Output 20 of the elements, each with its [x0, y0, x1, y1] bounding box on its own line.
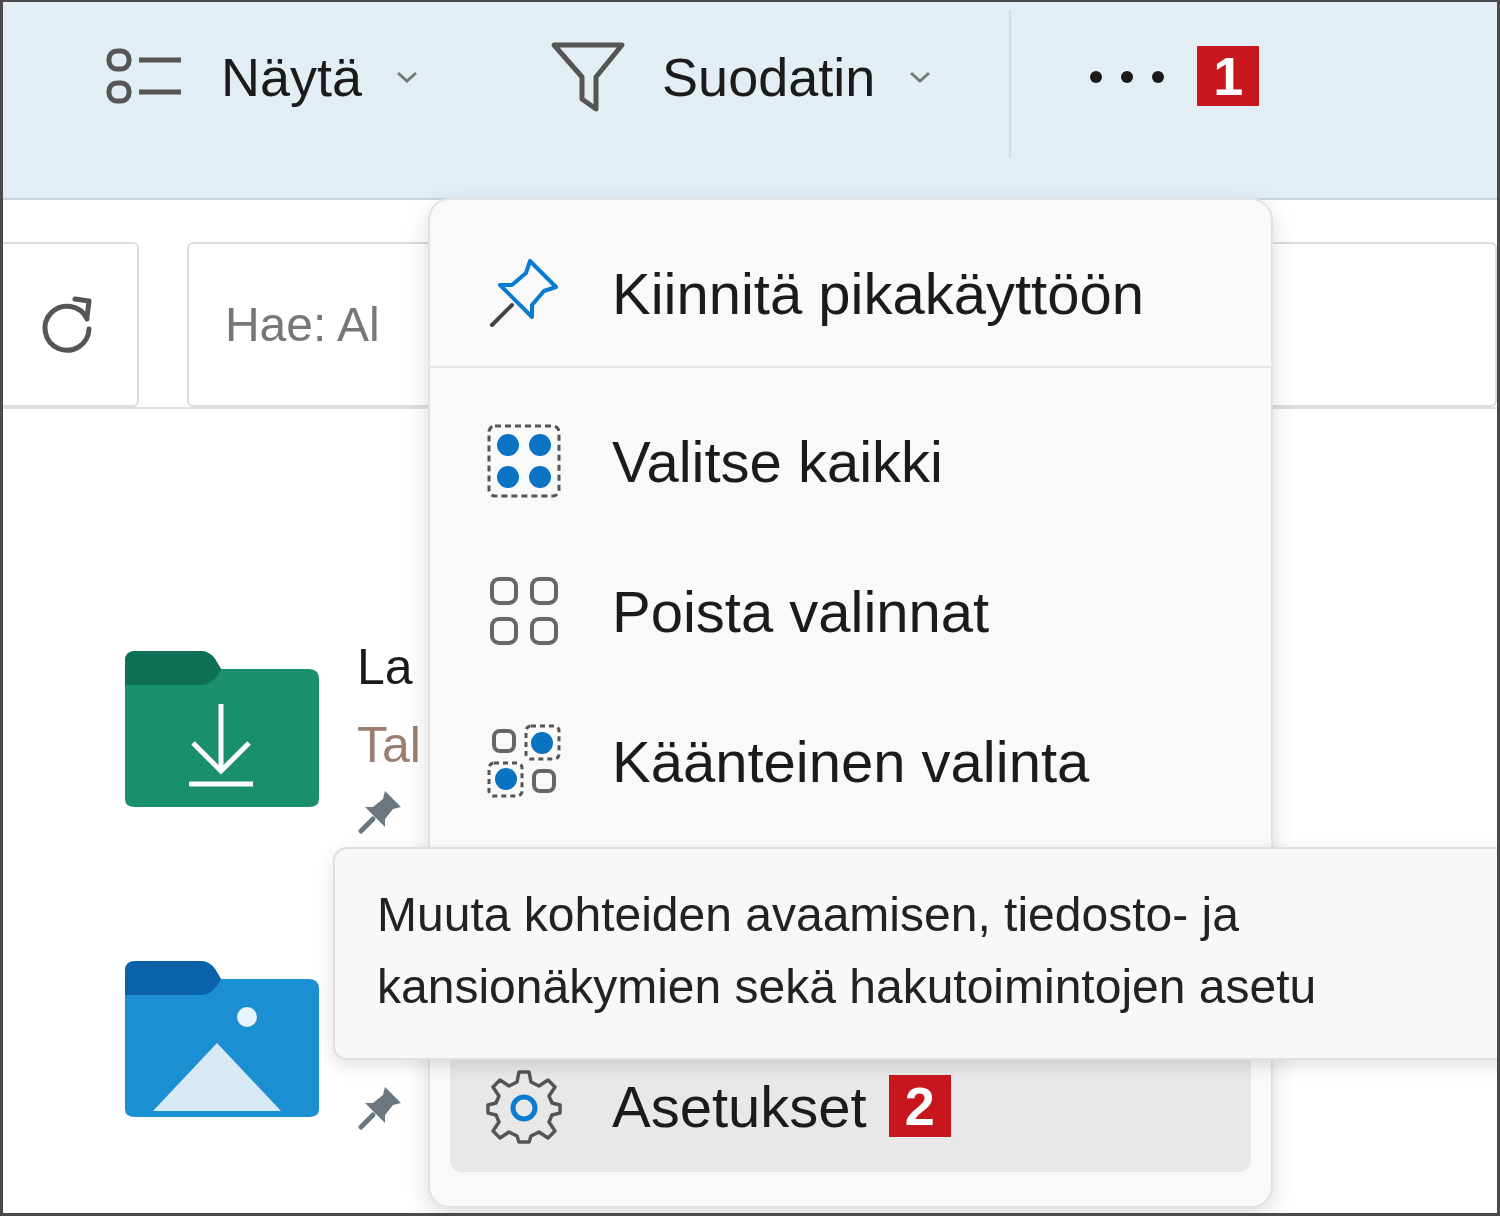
- toolbar-button[interactable]: Suodatin: [550, 2, 932, 152]
- more-icon: [1089, 70, 1166, 84]
- tooltip-text: Muuta kohteiden avaamisen, tiedosto- ja: [377, 887, 1239, 943]
- menu-item[interactable]: Valitse kaikki: [450, 386, 1251, 536]
- invert-selection-icon: [486, 723, 562, 799]
- settings-icon: [486, 1068, 562, 1144]
- toolbar-button[interactable]: Näytä: [105, 2, 419, 152]
- tooltip-text: kansionäkymien sekä hakutoimintojen asetu: [377, 959, 1317, 1015]
- folder-name: La: [357, 638, 414, 697]
- menu-item[interactable]: Kiinnitä pikakäyttöön: [450, 240, 1251, 346]
- menu-item[interactable]: Käänteinen valinta: [450, 686, 1251, 836]
- chevron-down-icon: [909, 71, 932, 83]
- filter-icon: [550, 41, 627, 113]
- step-badge: 1: [1197, 46, 1260, 106]
- step-badge: 2: [888, 1075, 951, 1137]
- select-all-icon: [486, 423, 562, 499]
- menu-item[interactable]: Poista valinnat: [450, 536, 1251, 686]
- folder-location: Tal: [357, 716, 421, 775]
- chevron-down-icon: [396, 71, 419, 83]
- refresh-button[interactable]: [3, 242, 139, 407]
